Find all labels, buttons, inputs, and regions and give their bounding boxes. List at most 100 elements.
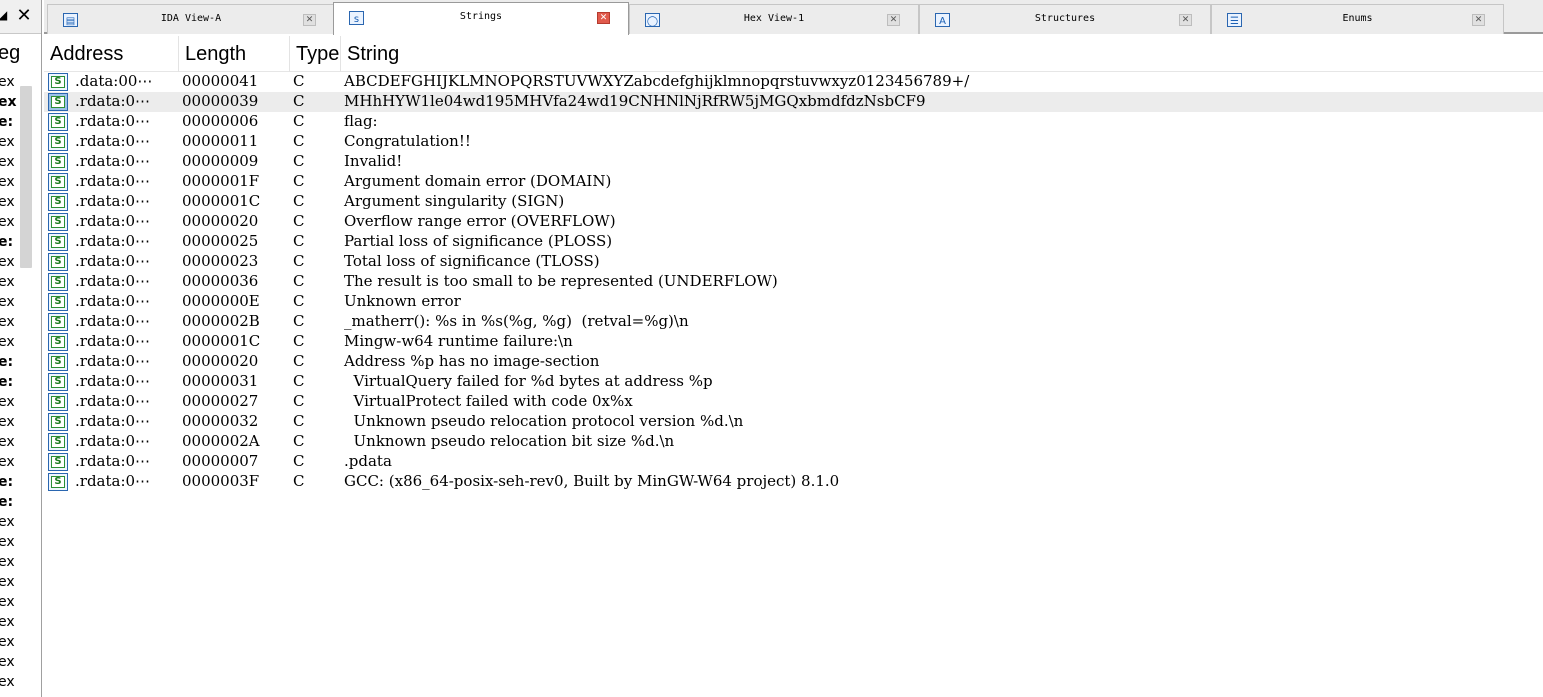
string-cell: VirtualQuery failed for %d bytes at addr… (344, 372, 713, 390)
segment-row-fragment[interactable]: e: (0, 472, 28, 492)
segment-row-fragment[interactable]: ex (0, 452, 28, 472)
segment-row-fragment[interactable]: ex (0, 432, 28, 452)
table-row[interactable]: S .data:00⋯ 00000041 C ABCDEFGHIJKLMNOPQRSTU… (44, 72, 1543, 92)
tab-label: IDA View-A (160, 13, 222, 24)
segment-row-fragment[interactable]: ex (0, 272, 28, 292)
segment-row-fragment[interactable]: ex (0, 312, 28, 332)
address-cell: .rdata:0⋯ (75, 252, 151, 270)
string-icon-glyph: S (51, 336, 65, 348)
segments-scrollbar[interactable] (20, 86, 32, 268)
tab-close-icon[interactable]: ✕ (1179, 14, 1192, 26)
column-address[interactable]: Address (44, 36, 179, 72)
table-row[interactable]: S .rdata:0⋯ 00000011 C Congratulation!! (44, 132, 1543, 152)
segment-row-fragment[interactable]: ex (0, 292, 28, 312)
string-icon: S (48, 393, 68, 411)
string-icon-glyph: S (51, 156, 65, 168)
address-cell: .rdata:0⋯ (75, 452, 151, 470)
tab-ida-view-a[interactable]: ▤ IDA View-A ✕ (47, 4, 335, 34)
string-cell: Argument singularity (SIGN) (344, 192, 565, 210)
tab-bar: ▤ IDA View-A ✕ s Strings ✕ ◯ Hex View-1 ✕ A Struct… (44, 0, 1543, 35)
type-cell: C (293, 372, 305, 390)
string-icon-glyph: S (51, 176, 65, 188)
tab-strings[interactable]: s Strings ✕ (333, 2, 629, 35)
segment-row-fragment[interactable]: ex (0, 392, 28, 412)
tab-enums[interactable]: ☰ Enums ✕ (1211, 4, 1504, 34)
segment-row-fragment[interactable]: ex (0, 652, 28, 672)
tab-hex-view-1[interactable]: ◯ Hex View-1 ✕ (629, 4, 919, 34)
length-cell: 0000000E (182, 292, 260, 310)
segment-row-fragment[interactable]: ex (0, 532, 28, 552)
type-cell: C (293, 212, 305, 230)
table-row[interactable]: S .rdata:0⋯ 0000001C C Argument singularity … (44, 192, 1543, 212)
column-string[interactable]: String (341, 36, 1543, 72)
string-cell: Total loss of significance (TLOSS) (344, 252, 600, 270)
address-cell: .rdata:0⋯ (75, 432, 151, 450)
segment-row-fragment[interactable]: ex (0, 552, 28, 572)
segment-row-fragment[interactable]: e: (0, 492, 28, 512)
length-cell: 00000041 (182, 72, 259, 90)
table-row[interactable]: S .rdata:0⋯ 0000002B C _matherr(): %s in %s(… (44, 312, 1543, 332)
segment-row-fragment[interactable]: e: (0, 352, 28, 372)
segment-row-fragment[interactable]: ex (0, 672, 28, 692)
tab-close-icon[interactable]: ✕ (887, 14, 900, 26)
string-icon: S (48, 233, 68, 251)
table-row[interactable]: S .rdata:0⋯ 00000032 C Unknown pseudo reloc… (44, 412, 1543, 432)
string-icon-glyph: S (51, 396, 65, 408)
table-row[interactable]: S .rdata:0⋯ 00000009 C Invalid! (44, 152, 1543, 172)
table-row[interactable]: S .rdata:0⋯ 00000006 Cflag: (44, 112, 1543, 132)
tab-close-icon[interactable]: ✕ (303, 14, 316, 26)
segment-row-fragment[interactable]: ex (0, 632, 28, 652)
column-type[interactable]: Type (290, 36, 341, 72)
table-row[interactable]: S .rdata:0⋯ 00000025 C Partial loss of signi… (44, 232, 1543, 252)
length-cell: 00000006 (182, 112, 259, 130)
table-row[interactable]: S .rdata:0⋯ 00000031 C VirtualQuery failed … (44, 372, 1543, 392)
address-cell: .rdata:0⋯ (75, 272, 151, 290)
length-cell: 00000027 (182, 392, 259, 410)
segment-row-fragment[interactable]: ex (0, 592, 28, 612)
table-row[interactable]: S .rdata:0⋯ 0000002A C Unknown pseudo reloc… (44, 432, 1543, 452)
table-row[interactable]: S .rdata:0⋯ 00000036 C The result is too sma… (44, 272, 1543, 292)
segment-row-fragment[interactable]: ex (0, 572, 28, 592)
segment-row-fragment[interactable]: ex (0, 412, 28, 432)
segments-column-header[interactable]: eg (0, 42, 20, 65)
close-panel-icon[interactable]: ✕ (15, 6, 33, 26)
tab-close-icon[interactable]: ✕ (597, 12, 610, 24)
string-cell: Unknown error (344, 292, 461, 310)
segment-row-fragment[interactable]: e: (0, 372, 28, 392)
tab-close-icon[interactable]: ✕ (1472, 14, 1485, 26)
type-cell: C (293, 452, 305, 470)
address-cell: .rdata:0⋯ (75, 112, 151, 130)
address-cell: .rdata:0⋯ (75, 352, 151, 370)
tab-structures[interactable]: A Structures ✕ (919, 4, 1211, 34)
string-icon: S (48, 373, 68, 391)
table-row[interactable]: S .rdata:0⋯ 0000001F C Argument domain error… (44, 172, 1543, 192)
segment-row-fragment[interactable]: ex (0, 512, 28, 532)
string-cell: Partial loss of significance (PLOSS) (344, 232, 613, 250)
table-row[interactable]: S .rdata:0⋯ 0000000E C Unknown error (44, 292, 1543, 312)
segment-row-fragment[interactable]: ex (0, 332, 28, 352)
table-row[interactable]: S .rdata:0⋯ 00000020 C Overflow range error … (44, 212, 1543, 232)
string-cell: Overflow range error (OVERFLOW) (344, 212, 616, 230)
table-row[interactable]: S .rdata:0⋯ 0000003F C GCC: (x86_64-posix-se… (44, 472, 1543, 492)
type-cell: C (293, 232, 305, 250)
string-cell: Congratulation!! (344, 132, 471, 150)
table-row[interactable]: S .rdata:0⋯ 00000020 C Address %p has no ima… (44, 352, 1543, 372)
pin-icon[interactable]: ◢ (0, 8, 8, 22)
table-row[interactable]: S .rdata:0⋯ 00000039 C MHhHYW1le04wd195MHVfa… (44, 92, 1543, 112)
string-icon: S (48, 73, 68, 91)
address-cell: .rdata:0⋯ (75, 412, 151, 430)
table-row[interactable]: S .rdata:0⋯ 00000023 C Total loss of signifi… (44, 252, 1543, 272)
table-row[interactable]: S .rdata:0⋯ 0000001C C Mingw-w64 runtime fai… (44, 332, 1543, 352)
length-cell: 00000032 (182, 412, 259, 430)
string-icon: S (48, 413, 68, 431)
address-cell: .rdata:0⋯ (75, 392, 151, 410)
type-cell: C (293, 252, 305, 270)
string-icon-glyph: S (51, 236, 65, 248)
column-length[interactable]: Length (179, 36, 290, 72)
type-cell: C (293, 472, 305, 490)
type-cell: C (293, 312, 305, 330)
segment-row-fragment[interactable]: ex (0, 612, 28, 632)
table-row[interactable]: S .rdata:0⋯ 00000027 C VirtualProtect faile… (44, 392, 1543, 412)
length-cell: 0000002A (182, 432, 260, 450)
table-row[interactable]: S .rdata:0⋯ 00000007 C .pdata (44, 452, 1543, 472)
